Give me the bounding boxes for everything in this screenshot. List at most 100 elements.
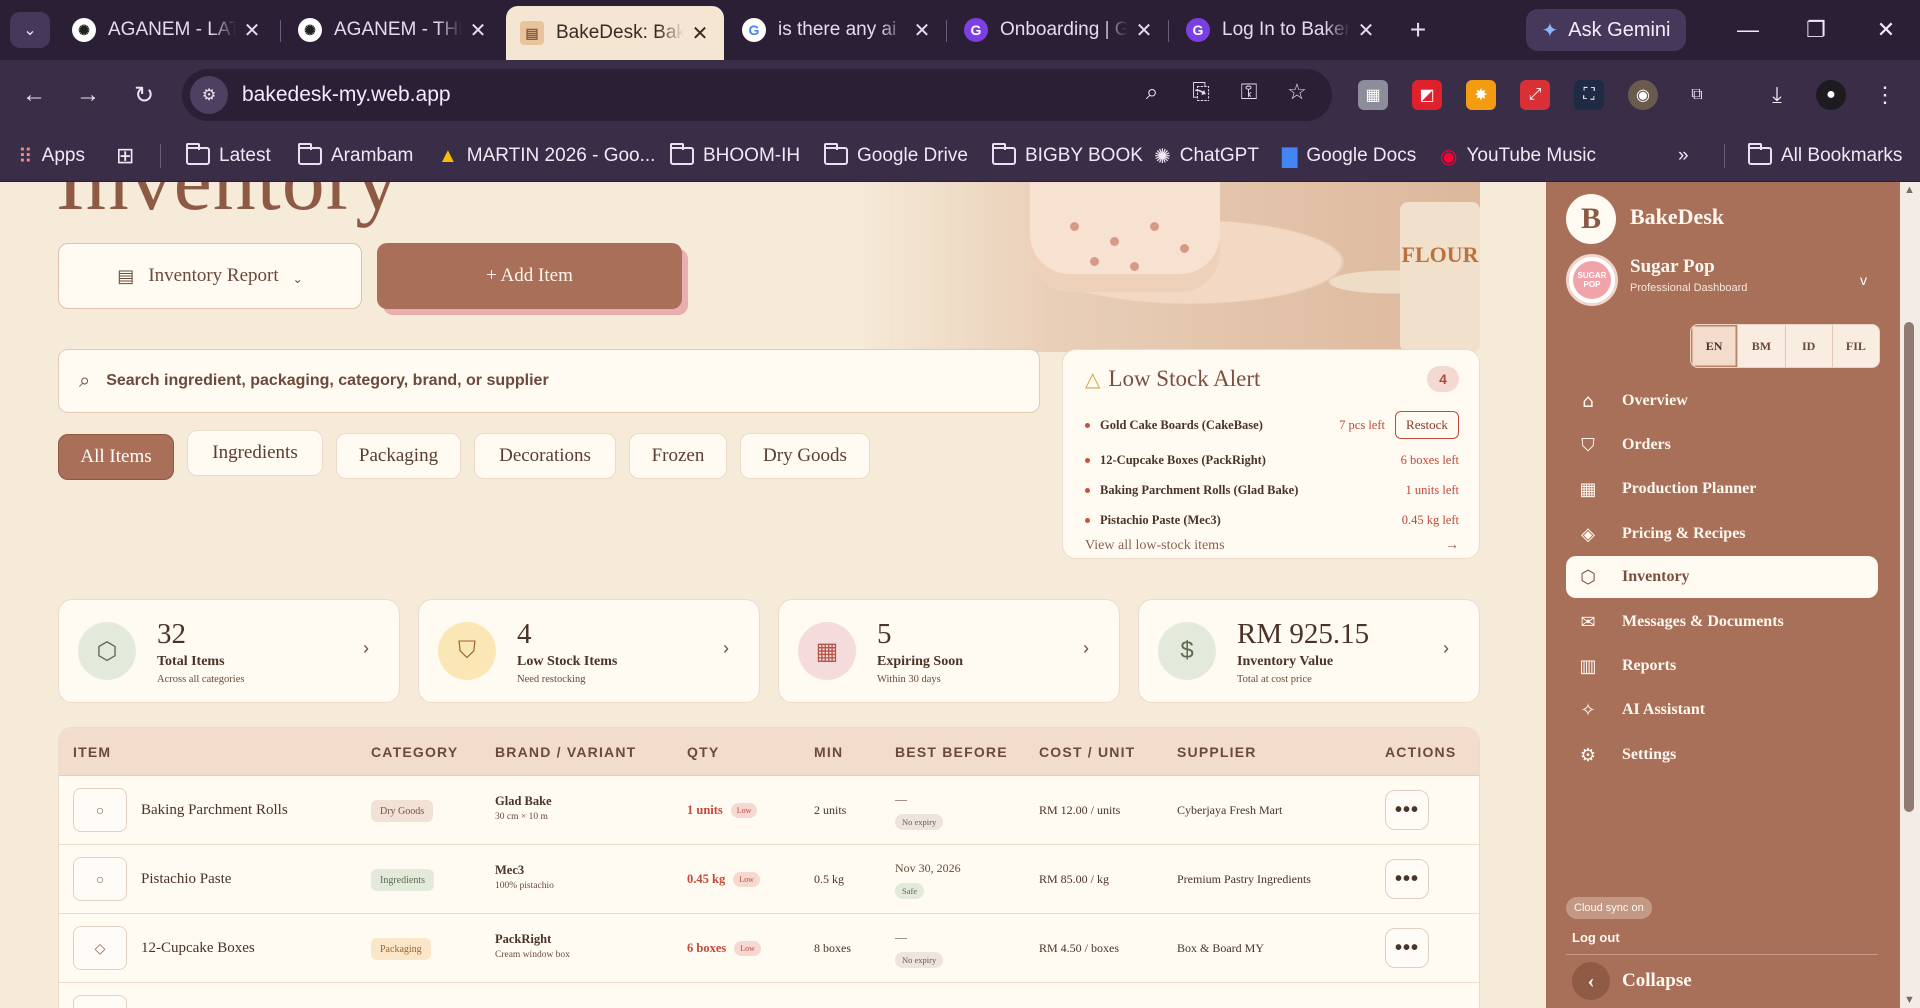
sidebar-item-reports[interactable]: ▥ Reports [1566, 645, 1878, 687]
row-actions-button[interactable]: ••• [1385, 859, 1429, 899]
inventory-search[interactable]: ⌕ [58, 349, 1040, 413]
url-text[interactable]: bakedesk-my.web.app [242, 83, 451, 107]
avatar[interactable]: SUGAR POP [1566, 254, 1618, 306]
close-tab-icon[interactable]: ✕ [1356, 18, 1376, 43]
stat-low-stock[interactable]: ⛉ 4 Low Stock Items Need restocking › [418, 599, 760, 703]
col-cost[interactable]: COST / UNIT [1039, 744, 1135, 760]
sidebar-item-orders[interactable]: ⛉ Orders [1566, 424, 1878, 466]
close-window-icon[interactable]: ✕ [1866, 12, 1906, 48]
sidebar-item-pricing-recipes[interactable]: ◈ Pricing & Recipes [1566, 513, 1878, 555]
bookmark-martin[interactable]: ▲ MARTIN 2026 - Goo... [438, 140, 655, 172]
col-min[interactable]: MIN [814, 744, 843, 760]
sidebar-item-production-planner[interactable]: ▦ Production Planner [1566, 468, 1878, 510]
table-row[interactable]: ○ Pistachio Paste Ingredients Mec3 100% … [59, 845, 1479, 914]
shop-name[interactable]: Sugar Pop [1630, 256, 1715, 278]
scrollbar-thumb[interactable] [1904, 322, 1914, 812]
filter-decorations[interactable]: Decorations [474, 433, 616, 479]
zoom-icon[interactable]: ⌕ [1137, 77, 1167, 107]
bookmark-star-icon[interactable]: ☆ [1282, 77, 1312, 107]
browser-tab[interactable]: G Log In to Bakery ✕ [1172, 8, 1390, 52]
minimize-icon[interactable]: — [1728, 12, 1768, 48]
table-row[interactable]: ◇ 12-Cupcake Boxes Packaging PackRight C… [59, 914, 1479, 983]
col-item[interactable]: ITEM [73, 744, 111, 760]
back-icon[interactable]: ← [16, 77, 52, 113]
bookmark-arambam[interactable]: Arambam [298, 140, 413, 172]
bookmark-latest[interactable]: Latest [186, 140, 271, 172]
bookmark-chatgpt[interactable]: ✺ ChatGPT [1154, 140, 1259, 172]
view-all-low-stock-link[interactable]: View all low-stock items → [1085, 538, 1459, 554]
close-tab-icon[interactable]: ✕ [1134, 18, 1154, 43]
browser-tab[interactable]: G is there any ai ✕ [728, 8, 946, 52]
browser-tab[interactable]: ✺ AGANEM - THE ✕ [284, 8, 502, 52]
password-key-icon[interactable]: ⚿ [1234, 77, 1264, 107]
more-bookmarks-icon[interactable]: » [1678, 140, 1689, 172]
sidebar-item-settings[interactable]: ⚙ Settings [1566, 734, 1878, 776]
close-tab-icon[interactable]: ✕ [242, 18, 262, 43]
forward-icon[interactable]: → [70, 77, 106, 113]
row-actions-button[interactable]: ••• [1385, 928, 1429, 968]
extension-capture-icon[interactable]: ⛶ [1574, 80, 1604, 110]
install-app-icon[interactable]: ⎘ [1186, 77, 1216, 107]
browser-tab[interactable]: G Onboarding | G ✕ [950, 8, 1168, 52]
restock-button[interactable]: Restock [1395, 411, 1459, 439]
browser-tab[interactable]: ✺ AGANEM - LATEST ✕ [58, 8, 276, 52]
filter-dry-goods[interactable]: Dry Goods [740, 433, 870, 479]
shop-switcher-chevron-icon[interactable]: v [1860, 272, 1867, 288]
bookmark-google-drive[interactable]: Google Drive [824, 140, 968, 172]
col-brand[interactable]: BRAND / VARIANT [495, 744, 636, 760]
site-info-icon[interactable]: ⚙ [190, 76, 228, 114]
extensions-puzzle-icon[interactable]: ⧉ [1682, 80, 1712, 110]
lang-fil[interactable]: FIL [1833, 325, 1879, 367]
logout-link[interactable]: Log out [1572, 930, 1620, 945]
close-tab-icon[interactable]: ✕ [468, 18, 488, 43]
collapse-sidebar-button[interactable]: ‹ Collapse [1572, 962, 1692, 1000]
lang-bm[interactable]: BM [1738, 325, 1786, 367]
stat-inventory-value[interactable]: $ RM 925.15 Inventory Value Total at cos… [1138, 599, 1480, 703]
lang-id[interactable]: ID [1786, 325, 1833, 367]
bookmark-google-docs[interactable]: ▇ Google Docs [1282, 140, 1416, 172]
col-best-before[interactable]: BEST BEFORE [895, 744, 1008, 760]
lang-en[interactable]: EN [1691, 325, 1739, 367]
extension-link-icon[interactable]: ⤢ [1520, 80, 1550, 110]
sidebar-item-messages-documents[interactable]: ✉ Messages & Documents [1566, 601, 1878, 643]
filter-ingredients[interactable]: Ingredients [187, 430, 323, 476]
table-row[interactable] [59, 983, 1479, 1008]
row-actions-button[interactable]: ••• [1385, 790, 1429, 830]
bookmark-youtube-music[interactable]: ◉ YouTube Music [1440, 140, 1596, 172]
filter-packaging[interactable]: Packaging [336, 433, 461, 479]
add-item-button[interactable]: + Add Item [377, 243, 682, 309]
inventory-report-button[interactable]: ▤ Inventory Report ⌄ [58, 243, 362, 309]
table-row[interactable]: ○ Baking Parchment Rolls Dry Goods Glad … [59, 776, 1479, 845]
profile-avatar-icon[interactable]: ● [1816, 80, 1846, 110]
sidebar-item-overview[interactable]: ⌂ Overview [1566, 380, 1878, 422]
browser-tab-active[interactable]: ▤ BakeDesk: Bakery ✕ [506, 6, 724, 60]
new-tab-button[interactable]: + [1400, 12, 1436, 48]
extension-icon[interactable]: ▦ [1358, 80, 1388, 110]
col-supplier[interactable]: SUPPLIER [1177, 744, 1257, 760]
bookmark-apps[interactable]: ⠿ Apps [18, 140, 85, 172]
extension-glasses-icon[interactable]: ◉ [1628, 80, 1658, 110]
page-scrollbar[interactable]: ▲ ▼ [1900, 182, 1920, 1008]
close-tab-icon[interactable]: ✕ [690, 21, 710, 46]
extension-pdf-icon[interactable]: ◩ [1412, 80, 1442, 110]
chrome-menu-icon[interactable]: ⋮ [1870, 80, 1900, 110]
ask-gemini-button[interactable]: ✦ Ask Gemini [1526, 9, 1686, 51]
bookmark-bhoom[interactable]: BHOOM-IH [670, 140, 800, 172]
bookmark-bigby-book[interactable]: BIGBY BOOK [992, 140, 1143, 172]
extension-warning-icon[interactable]: ✸ [1466, 80, 1496, 110]
close-tab-icon[interactable]: ✕ [912, 18, 932, 43]
downloads-icon[interactable]: ⤓ [1762, 80, 1792, 110]
all-bookmarks[interactable]: All Bookmarks [1748, 140, 1902, 172]
stat-expiring-soon[interactable]: ▦ 5 Expiring Soon Within 30 days › [778, 599, 1120, 703]
restore-icon[interactable]: ❐ [1796, 12, 1836, 48]
col-qty[interactable]: QTY [687, 744, 719, 760]
tab-search-dropdown-icon[interactable]: ⌄ [10, 12, 50, 48]
scroll-down-icon[interactable]: ▼ [1904, 994, 1915, 1006]
sidebar-item-ai-assistant[interactable]: ✧ AI Assistant [1566, 689, 1878, 731]
scroll-up-icon[interactable]: ▲ [1904, 184, 1915, 196]
filter-frozen[interactable]: Frozen [629, 433, 727, 479]
col-category[interactable]: CATEGORY [371, 744, 458, 760]
search-input[interactable] [106, 372, 987, 390]
filter-all-items[interactable]: All Items [58, 434, 174, 480]
reload-icon[interactable]: ↻ [126, 77, 162, 113]
